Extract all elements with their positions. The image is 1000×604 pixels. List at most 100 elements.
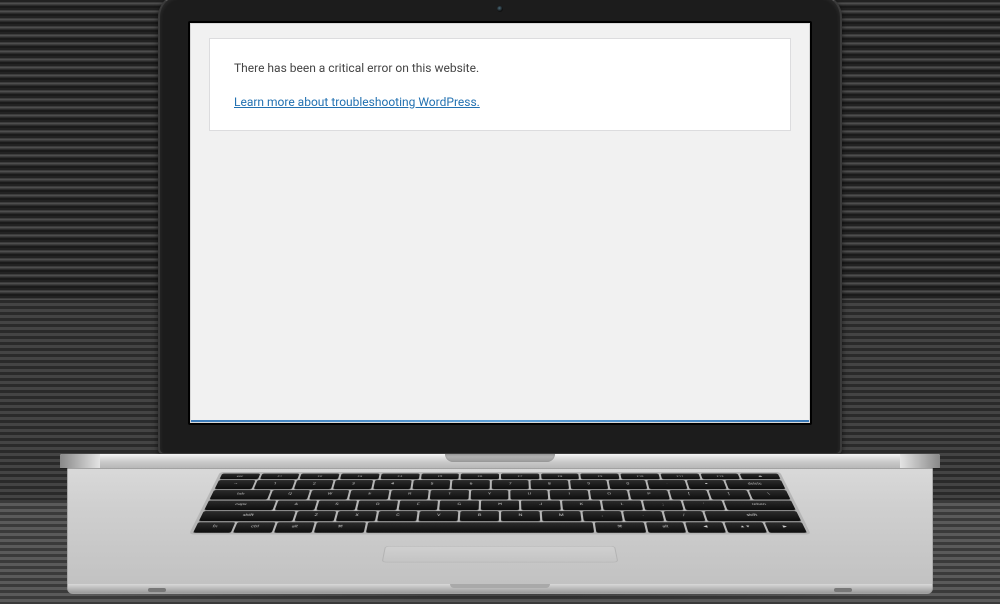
key-row-fn: esc F1 F2 F3 F4 F5 F6 F7 F8 F9 F10 F11 F…: [220, 474, 781, 479]
key: ⏏: [740, 474, 780, 479]
key: I: [550, 490, 589, 499]
key: G: [439, 500, 478, 510]
key: F11: [660, 474, 700, 479]
key: W: [309, 490, 350, 499]
key: D: [357, 500, 398, 510]
key: ': [683, 500, 725, 510]
key-row-z: shift Z X C V B N M , . / shift: [199, 511, 801, 521]
key: X: [336, 511, 377, 521]
key-shift: shift: [199, 511, 296, 521]
key: T: [430, 490, 469, 499]
key-row-q: tab Q W E R T Y U I O P [ ] \: [210, 490, 791, 499]
key: /: [663, 511, 705, 521]
webcam-icon: [497, 6, 503, 12]
key: M: [542, 511, 582, 521]
key-ctrl: ctrl: [233, 522, 275, 532]
key: S: [316, 500, 357, 510]
key: =: [687, 480, 727, 489]
key: F5: [421, 474, 460, 479]
key: ,: [582, 511, 622, 521]
key: F1: [260, 474, 300, 479]
key: N: [501, 511, 540, 521]
key: ~: [215, 480, 256, 489]
screen: There has been a critical error on this …: [190, 23, 810, 423]
key: B: [460, 511, 499, 521]
key: 7: [492, 480, 530, 489]
key: Q: [269, 490, 310, 499]
laptop-hinge: [60, 454, 940, 468]
key: P: [629, 490, 669, 499]
key: 3: [333, 480, 372, 489]
key: F10: [621, 474, 660, 479]
key: U: [510, 490, 548, 499]
screen-bottom-highlight: [191, 420, 809, 422]
key: ]: [709, 490, 750, 499]
key-return: return: [724, 500, 796, 510]
key-arrow-right: ▶: [764, 522, 806, 532]
key-alt: alt: [646, 522, 686, 532]
key: C: [377, 511, 417, 521]
key: 5: [412, 480, 450, 489]
key: ;: [643, 500, 684, 510]
key: J: [521, 500, 560, 510]
key: 2: [294, 480, 334, 489]
key: F12: [700, 474, 740, 479]
keyboard-deck: esc F1 F2 F3 F4 F5 F6 F7 F8 F9 F10 F11 F…: [67, 468, 933, 584]
key-cmd: ⌘: [314, 522, 366, 532]
key: 9: [570, 480, 609, 489]
key: 1: [254, 480, 295, 489]
key-fn: fn: [193, 522, 235, 532]
key: L: [602, 500, 643, 510]
laptop-lid: There has been a critical error on this …: [158, 0, 842, 455]
key: .: [623, 511, 664, 521]
key: [: [669, 490, 710, 499]
trackpad: [382, 546, 619, 562]
key: F8: [541, 474, 580, 479]
key: \: [748, 490, 790, 499]
laptop-front-edge: [67, 584, 933, 594]
key: esc: [220, 474, 260, 479]
key: F4: [380, 474, 419, 479]
key: K: [562, 500, 602, 510]
laptop-mockup: There has been a critical error on this …: [60, 0, 940, 594]
key: 4: [373, 480, 412, 489]
key: 0: [609, 480, 648, 489]
key-row-num: ~ 1 2 3 4 5 6 7 8 9 0 - = delete: [215, 480, 786, 489]
key: F3: [340, 474, 379, 479]
key-arrow-updown: ▲▼: [725, 522, 767, 532]
key: F: [398, 500, 438, 510]
key: Y: [470, 490, 508, 499]
key-shift: shift: [704, 511, 801, 521]
key: O: [590, 490, 630, 499]
key: F6: [461, 474, 499, 479]
key: 6: [452, 480, 490, 489]
key: R: [390, 490, 429, 499]
key-space: [366, 522, 594, 532]
key-alt: alt: [274, 522, 315, 532]
key-row-mod: fn ctrl alt ⌘ ⌘ alt ◀ ▲▼ ▶: [193, 522, 807, 532]
key: V: [419, 511, 459, 521]
key-delete: delete: [725, 480, 785, 489]
key-arrow-left: ◀: [685, 522, 726, 532]
front-notch: [450, 584, 550, 588]
key: Z: [295, 511, 337, 521]
keyboard: esc F1 F2 F3 F4 F5 F6 F7 F8 F9 F10 F11 F…: [189, 472, 811, 534]
troubleshoot-link[interactable]: Learn more about troubleshooting WordPre…: [234, 95, 480, 109]
key-tab: tab: [210, 490, 271, 499]
key-row-a: caps A S D F G H J K L ; ' return: [204, 500, 795, 510]
key: F2: [300, 474, 340, 479]
laptop-base: esc F1 F2 F3 F4 F5 F6 F7 F8 F9 F10 F11 F…: [60, 454, 940, 594]
key: A: [275, 500, 317, 510]
key: -: [648, 480, 688, 489]
key: F9: [581, 474, 620, 479]
screen-bezel: There has been a critical error on this …: [188, 21, 812, 425]
key: F7: [501, 474, 539, 479]
key: 8: [531, 480, 569, 489]
hinge-notch: [445, 454, 555, 462]
key-caps: caps: [204, 500, 276, 510]
error-box: There has been a critical error on this …: [209, 38, 791, 131]
error-message: There has been a critical error on this …: [234, 61, 766, 75]
key-cmd: ⌘: [595, 522, 646, 532]
key: H: [480, 500, 519, 510]
key: E: [349, 490, 389, 499]
